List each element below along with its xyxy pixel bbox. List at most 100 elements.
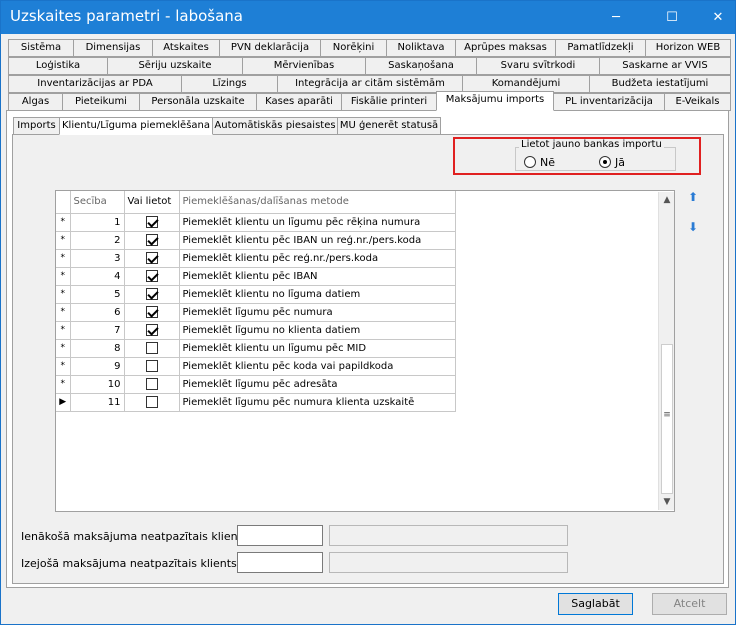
use-checkbox[interactable]	[145, 324, 158, 336]
table-row[interactable]: * 3 Piemeklēt klientu pēc reģ.nr./pers.kod…	[56, 249, 456, 268]
subtab-automatiskas-piesaistes[interactable]: Automātiskās piesaistes	[212, 117, 338, 135]
table-row[interactable]: * 1 Piemeklēt klientu un līgumu pēc rēķina…	[56, 213, 456, 232]
row-use-cell[interactable]	[124, 249, 180, 268]
use-checkbox[interactable]	[145, 270, 158, 282]
subtab-klientu-piemeklesana[interactable]: Klientu/Līguma piemeklēšana	[59, 117, 213, 135]
row-order[interactable]: 2	[70, 231, 125, 250]
incoming-client-input[interactable]	[237, 525, 323, 546]
row-order[interactable]: 5	[70, 285, 125, 304]
tab-pl-inventarizacija[interactable]: PL inventarizācija	[553, 93, 665, 111]
tab-pvn-deklaracija[interactable]: PVN deklarācija	[219, 39, 321, 57]
header-use[interactable]: Vai lietot	[124, 191, 180, 214]
row-order[interactable]: 7	[70, 321, 125, 340]
tab-saskanosana[interactable]: Saskaņošana	[365, 57, 477, 75]
tab-svaru-svitrkodi[interactable]: Svaru svītrkodi	[476, 57, 600, 75]
maximize-button[interactable]: ☐	[655, 1, 689, 34]
tab-horizon-web[interactable]: Horizon WEB	[645, 39, 731, 57]
tab-kases-aparati[interactable]: Kases aparāti	[256, 93, 342, 111]
row-method[interactable]: Piemeklēt līgumu pēc numura klienta uzsk…	[179, 393, 456, 412]
table-row[interactable]: * 4 Piemeklēt klientu pēc IBAN	[56, 267, 456, 286]
tab-pamatlidzekli[interactable]: Pamatlīdzekļi	[555, 39, 646, 57]
tab-budzeta-iestatijumi[interactable]: Budžeta iestatījumi	[589, 75, 731, 93]
tab-dimensijas[interactable]: Dimensijas	[73, 39, 153, 57]
tab-saskarne-vvis[interactable]: Saskarne ar VVIS	[599, 57, 731, 75]
outgoing-client-input[interactable]	[237, 552, 323, 573]
row-indicator[interactable]: *	[56, 231, 71, 250]
row-indicator[interactable]: *	[56, 375, 71, 394]
arrow-down-icon[interactable]: ⬇	[685, 219, 701, 235]
row-use-cell[interactable]	[124, 339, 180, 358]
grid-scrollbar[interactable]: ▲ ≡ ▼	[658, 192, 674, 510]
tab-sistema[interactable]: Sistēma	[8, 39, 74, 57]
tab-atskaites[interactable]: Atskaites	[152, 39, 220, 57]
row-order[interactable]: 3	[70, 249, 125, 268]
subtab-imports[interactable]: Imports	[13, 117, 60, 135]
use-checkbox[interactable]	[145, 396, 158, 408]
tab-mervienibas[interactable]: Mērvienības	[242, 57, 366, 75]
row-method[interactable]: Piemeklēt klientu pēc IBAN un reģ.nr./pe…	[179, 231, 456, 250]
tab-norekini[interactable]: Norēķini	[320, 39, 387, 57]
row-use-cell[interactable]	[124, 357, 180, 376]
tab-inventarizacijas-pda[interactable]: Inventarizācijas ar PDA	[8, 75, 182, 93]
minimize-button[interactable]: ─	[599, 1, 633, 34]
tab-aprupes-maksas[interactable]: Aprūpes maksas	[455, 39, 556, 57]
row-order[interactable]: 1	[70, 213, 125, 232]
row-use-cell[interactable]	[124, 213, 180, 232]
table-row[interactable]: * 9 Piemeklēt klientu pēc koda vai papildk…	[56, 357, 456, 376]
row-indicator[interactable]: *	[56, 303, 71, 322]
row-order[interactable]: 6	[70, 303, 125, 322]
row-method[interactable]: Piemeklēt klientu pēc koda vai papildkod…	[179, 357, 456, 376]
use-checkbox[interactable]	[145, 288, 158, 300]
table-row[interactable]: * 2 Piemeklēt klientu pēc IBAN un reģ.nr./…	[56, 231, 456, 250]
row-indicator[interactable]: *	[56, 249, 71, 268]
row-use-cell[interactable]	[124, 375, 180, 394]
scroll-thumb[interactable]: ≡	[661, 344, 673, 494]
row-method[interactable]: Piemeklēt klientu un līgumu pēc MID	[179, 339, 456, 358]
tab-maksajumu-imports[interactable]: Maksājumu imports	[436, 91, 554, 111]
row-method[interactable]: Piemeklēt līgumu pēc numura	[179, 303, 456, 322]
tab-e-veikals[interactable]: E-Veikals	[664, 93, 731, 111]
row-method[interactable]: Piemeklēt klientu pēc reģ.nr./pers.koda	[179, 249, 456, 268]
row-indicator[interactable]: *	[56, 213, 71, 232]
row-indicator[interactable]: *	[56, 357, 71, 376]
table-row[interactable]: ▶ 11 Piemeklēt līgumu pēc numura klienta u…	[56, 393, 456, 412]
use-checkbox[interactable]	[145, 234, 158, 246]
row-method[interactable]: Piemeklēt klientu pēc IBAN	[179, 267, 456, 286]
tab-pieteikumi[interactable]: Pieteikumi	[62, 93, 140, 111]
row-method[interactable]: Piemeklēt līgumu pēc adresāta	[179, 375, 456, 394]
table-row[interactable]: * 10 Piemeklēt līgumu pēc adresāta	[56, 375, 456, 394]
table-row[interactable]: * 6 Piemeklēt līgumu pēc numura	[56, 303, 456, 322]
row-order[interactable]: 11	[70, 393, 125, 412]
tab-algas[interactable]: Algas	[8, 93, 63, 111]
use-checkbox[interactable]	[145, 378, 158, 390]
row-indicator[interactable]: *	[56, 285, 71, 304]
row-method[interactable]: Piemeklēt klientu un līgumu pēc rēķina n…	[179, 213, 456, 232]
cancel-button[interactable]: Atcelt	[652, 593, 727, 615]
use-checkbox[interactable]	[145, 342, 158, 354]
row-indicator[interactable]: *	[56, 339, 71, 358]
row-indicator[interactable]: *	[56, 321, 71, 340]
header-method[interactable]: Piemeklēšanas/dalīšanas metode	[179, 191, 456, 214]
use-checkbox[interactable]	[145, 360, 158, 372]
arrow-up-icon[interactable]: ⬆	[685, 189, 701, 205]
scroll-up-icon[interactable]: ▲	[659, 192, 675, 208]
use-checkbox[interactable]	[145, 252, 158, 264]
save-button[interactable]: Saglabāt	[558, 593, 633, 615]
row-order[interactable]: 10	[70, 375, 125, 394]
row-use-cell[interactable]	[124, 231, 180, 250]
row-use-cell[interactable]	[124, 303, 180, 322]
row-order[interactable]: 9	[70, 357, 125, 376]
row-use-cell[interactable]	[124, 267, 180, 286]
tab-noliktava[interactable]: Noliktava	[386, 39, 456, 57]
tab-fiskalie-printeri[interactable]: Fiskālie printeri	[341, 93, 437, 111]
close-button[interactable]: ✕	[701, 1, 735, 34]
row-use-cell[interactable]	[124, 285, 180, 304]
tab-personala-uzskaite[interactable]: Personāla uzskaite	[139, 93, 257, 111]
table-row[interactable]: * 5 Piemeklēt klientu no līguma datiem	[56, 285, 456, 304]
header-order[interactable]: Secība	[70, 191, 125, 214]
table-row[interactable]: * 7 Piemeklēt līgumu no klienta datiem	[56, 321, 456, 340]
table-row[interactable]: * 8 Piemeklēt klientu un līgumu pēc MID	[56, 339, 456, 358]
row-use-cell[interactable]	[124, 321, 180, 340]
row-indicator[interactable]: *	[56, 267, 71, 286]
row-use-cell[interactable]	[124, 393, 180, 412]
